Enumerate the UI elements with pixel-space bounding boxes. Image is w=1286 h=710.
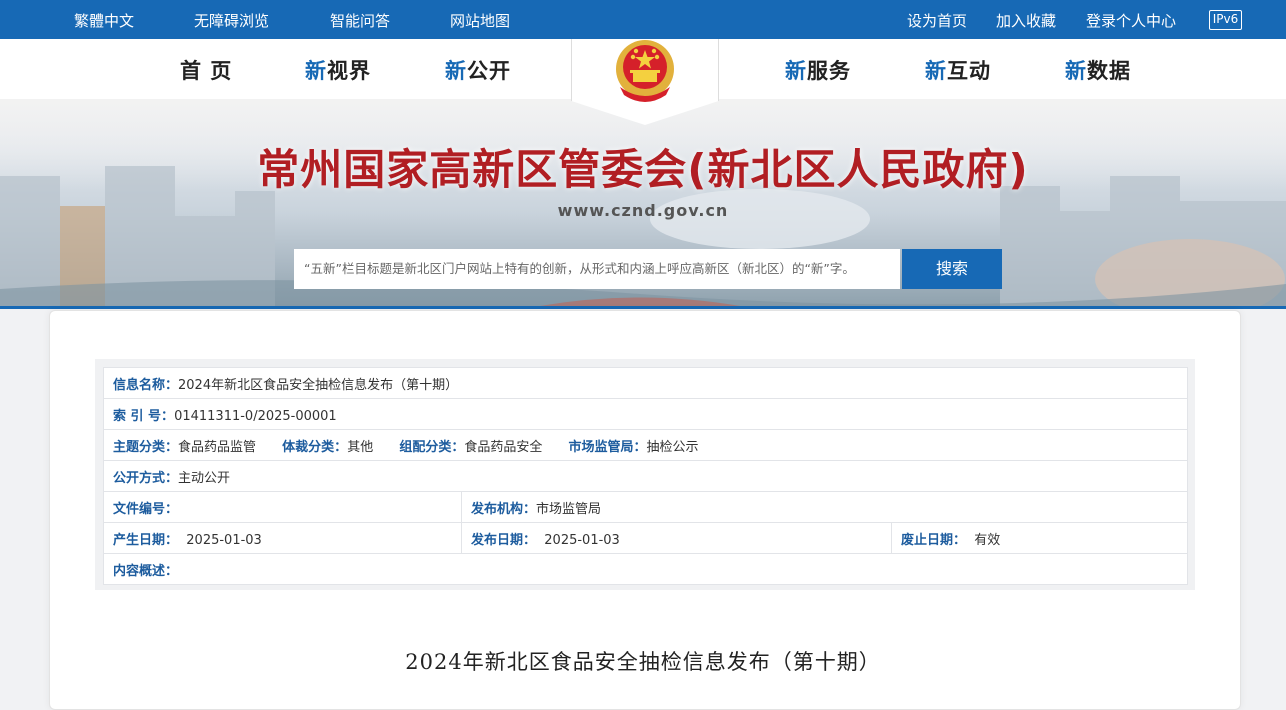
table-row: 索 引 号：01411311-0/2025-00001	[103, 398, 1188, 430]
nav-prefix: 新	[305, 59, 327, 83]
nav-label: 公开	[467, 59, 511, 83]
nav-prefix: 新	[785, 59, 807, 83]
docno-cell: 文件编号：	[103, 491, 462, 523]
document-title: 2024年新北区食品安全抽检信息发布（第十期）	[405, 650, 881, 674]
set-homepage-link[interactable]: 设为首页	[907, 10, 967, 31]
table-row: 内容概述：	[103, 553, 1188, 585]
document-info-table: 信息名称：2024年新北区食品安全抽检信息发布（第十期） 索 引 号：01411…	[103, 367, 1188, 585]
sitemap-link[interactable]: 网站地图	[450, 10, 510, 31]
table-row: 文件编号： 发布机构：市场监管局	[103, 491, 1188, 523]
expire-date-value: 有效	[974, 532, 1001, 548]
emblem-gate-roof	[630, 70, 660, 73]
table-row: 公开方式：主动公开	[103, 460, 1188, 492]
nav-home[interactable]: 首 页	[180, 55, 232, 85]
emblem-gate	[633, 72, 657, 82]
site-banner: 常州国家高新区管委会(新北区人民政府) www.cznd.gov.cn “五新”…	[0, 99, 1286, 306]
expire-date-label: 废止日期：	[901, 532, 967, 548]
accessibility-link[interactable]: 无障碍浏览	[194, 10, 269, 31]
genre-value: 其他	[347, 439, 374, 455]
nav-prefix: 新	[445, 59, 467, 83]
market-value: 抽检公示	[646, 439, 699, 455]
genre-label: 体裁分类：	[282, 439, 348, 455]
info-name-cell: 信息名称：2024年新北区食品安全抽检信息发布（第十期）	[103, 367, 1188, 399]
info-name-label: 信息名称：	[113, 377, 179, 393]
nav-prefix: 新	[925, 59, 947, 83]
nav-prefix: 新	[1065, 59, 1087, 83]
ipv6-badge: IPv6	[1209, 10, 1242, 30]
emblem-small-star	[651, 48, 657, 54]
banner-divider	[0, 306, 1286, 309]
topic-label: 主题分类：	[113, 439, 179, 455]
smart-qa-link[interactable]: 智能问答	[330, 10, 390, 31]
nav-xin-fuwu[interactable]: 新服务	[785, 55, 851, 85]
top-utility-bar: 繁體中文 无障碍浏览 智能问答 网站地图 设为首页 加入收藏 登录个人中心 IP…	[0, 0, 1286, 39]
expire-date-cell: 废止日期： 有效	[891, 522, 1188, 554]
search-button[interactable]: 搜索	[902, 249, 1002, 289]
docno-label: 文件编号：	[113, 501, 179, 517]
open-method-value: 主动公开	[178, 470, 231, 486]
national-emblem-icon	[616, 40, 674, 102]
published-date-label: 发布日期：	[471, 532, 537, 548]
published-date-value: 2025-01-03	[544, 532, 620, 548]
group-label: 组配分类：	[399, 439, 465, 455]
market-label: 市场监管局：	[568, 439, 647, 455]
nav-xin-hudong[interactable]: 新互动	[925, 55, 991, 85]
open-method-label: 公开方式：	[113, 470, 179, 486]
topic-value: 食品药品监管	[178, 439, 257, 455]
summary-cell: 内容概述：	[103, 553, 1188, 585]
org-value: 市场监管局	[536, 501, 602, 517]
index-value: 01411311-0/2025-00001	[174, 408, 337, 424]
table-row: 信息名称：2024年新北区食品安全抽检信息发布（第十期）	[103, 367, 1188, 399]
published-date-cell: 发布日期： 2025-01-03	[461, 522, 892, 554]
nav-label: 互动	[947, 59, 991, 83]
created-date-label: 产生日期：	[113, 532, 179, 548]
table-row: 产生日期： 2025-01-03 发布日期： 2025-01-03 废止日期： …	[103, 522, 1188, 554]
summary-label: 内容概述：	[113, 563, 179, 579]
nav-xin-shuju[interactable]: 新数据	[1065, 55, 1131, 85]
nav-xin-gongkai[interactable]: 新公开	[445, 55, 511, 85]
emblem-small-star	[654, 54, 660, 60]
category-cell: 主题分类：食品药品监管 体裁分类：其他 组配分类：食品药品安全 市场监管局：抽检…	[103, 429, 1188, 461]
emblem-small-star	[633, 48, 639, 54]
table-row: 主题分类：食品药品监管 体裁分类：其他 组配分类：食品药品安全 市场监管局：抽检…	[103, 429, 1188, 461]
group-value: 食品药品安全	[464, 439, 543, 455]
info-name-value: 2024年新北区食品安全抽检信息发布（第十期）	[178, 377, 459, 393]
login-personal-center-link[interactable]: 登录个人中心	[1086, 10, 1176, 31]
nav-label: 数据	[1087, 59, 1131, 83]
site-url: www.cznd.gov.cn	[557, 201, 729, 220]
nav-label: 服务	[807, 59, 851, 83]
site-title: 常州国家高新区管委会(新北区人民政府)	[257, 145, 1029, 194]
traditional-chinese-link[interactable]: 繁體中文	[74, 10, 134, 31]
created-date-value: 2025-01-03	[186, 532, 262, 548]
created-date-cell: 产生日期： 2025-01-03	[103, 522, 462, 554]
org-label: 发布机构：	[471, 501, 537, 517]
org-cell: 发布机构：市场监管局	[461, 491, 1188, 523]
search-input[interactable]: “五新”栏目标题是新北区门户网站上特有的创新，从形式和内涵上呼应高新区（新北区）…	[294, 249, 900, 289]
nav-xin-shijie[interactable]: 新视界	[305, 55, 371, 85]
index-label: 索 引 号：	[113, 408, 175, 424]
nav-label: 视界	[327, 59, 371, 83]
open-method-cell: 公开方式：主动公开	[103, 460, 1188, 492]
index-cell: 索 引 号：01411311-0/2025-00001	[103, 398, 1188, 430]
add-favorite-link[interactable]: 加入收藏	[996, 10, 1056, 31]
emblem-small-star	[630, 54, 636, 60]
